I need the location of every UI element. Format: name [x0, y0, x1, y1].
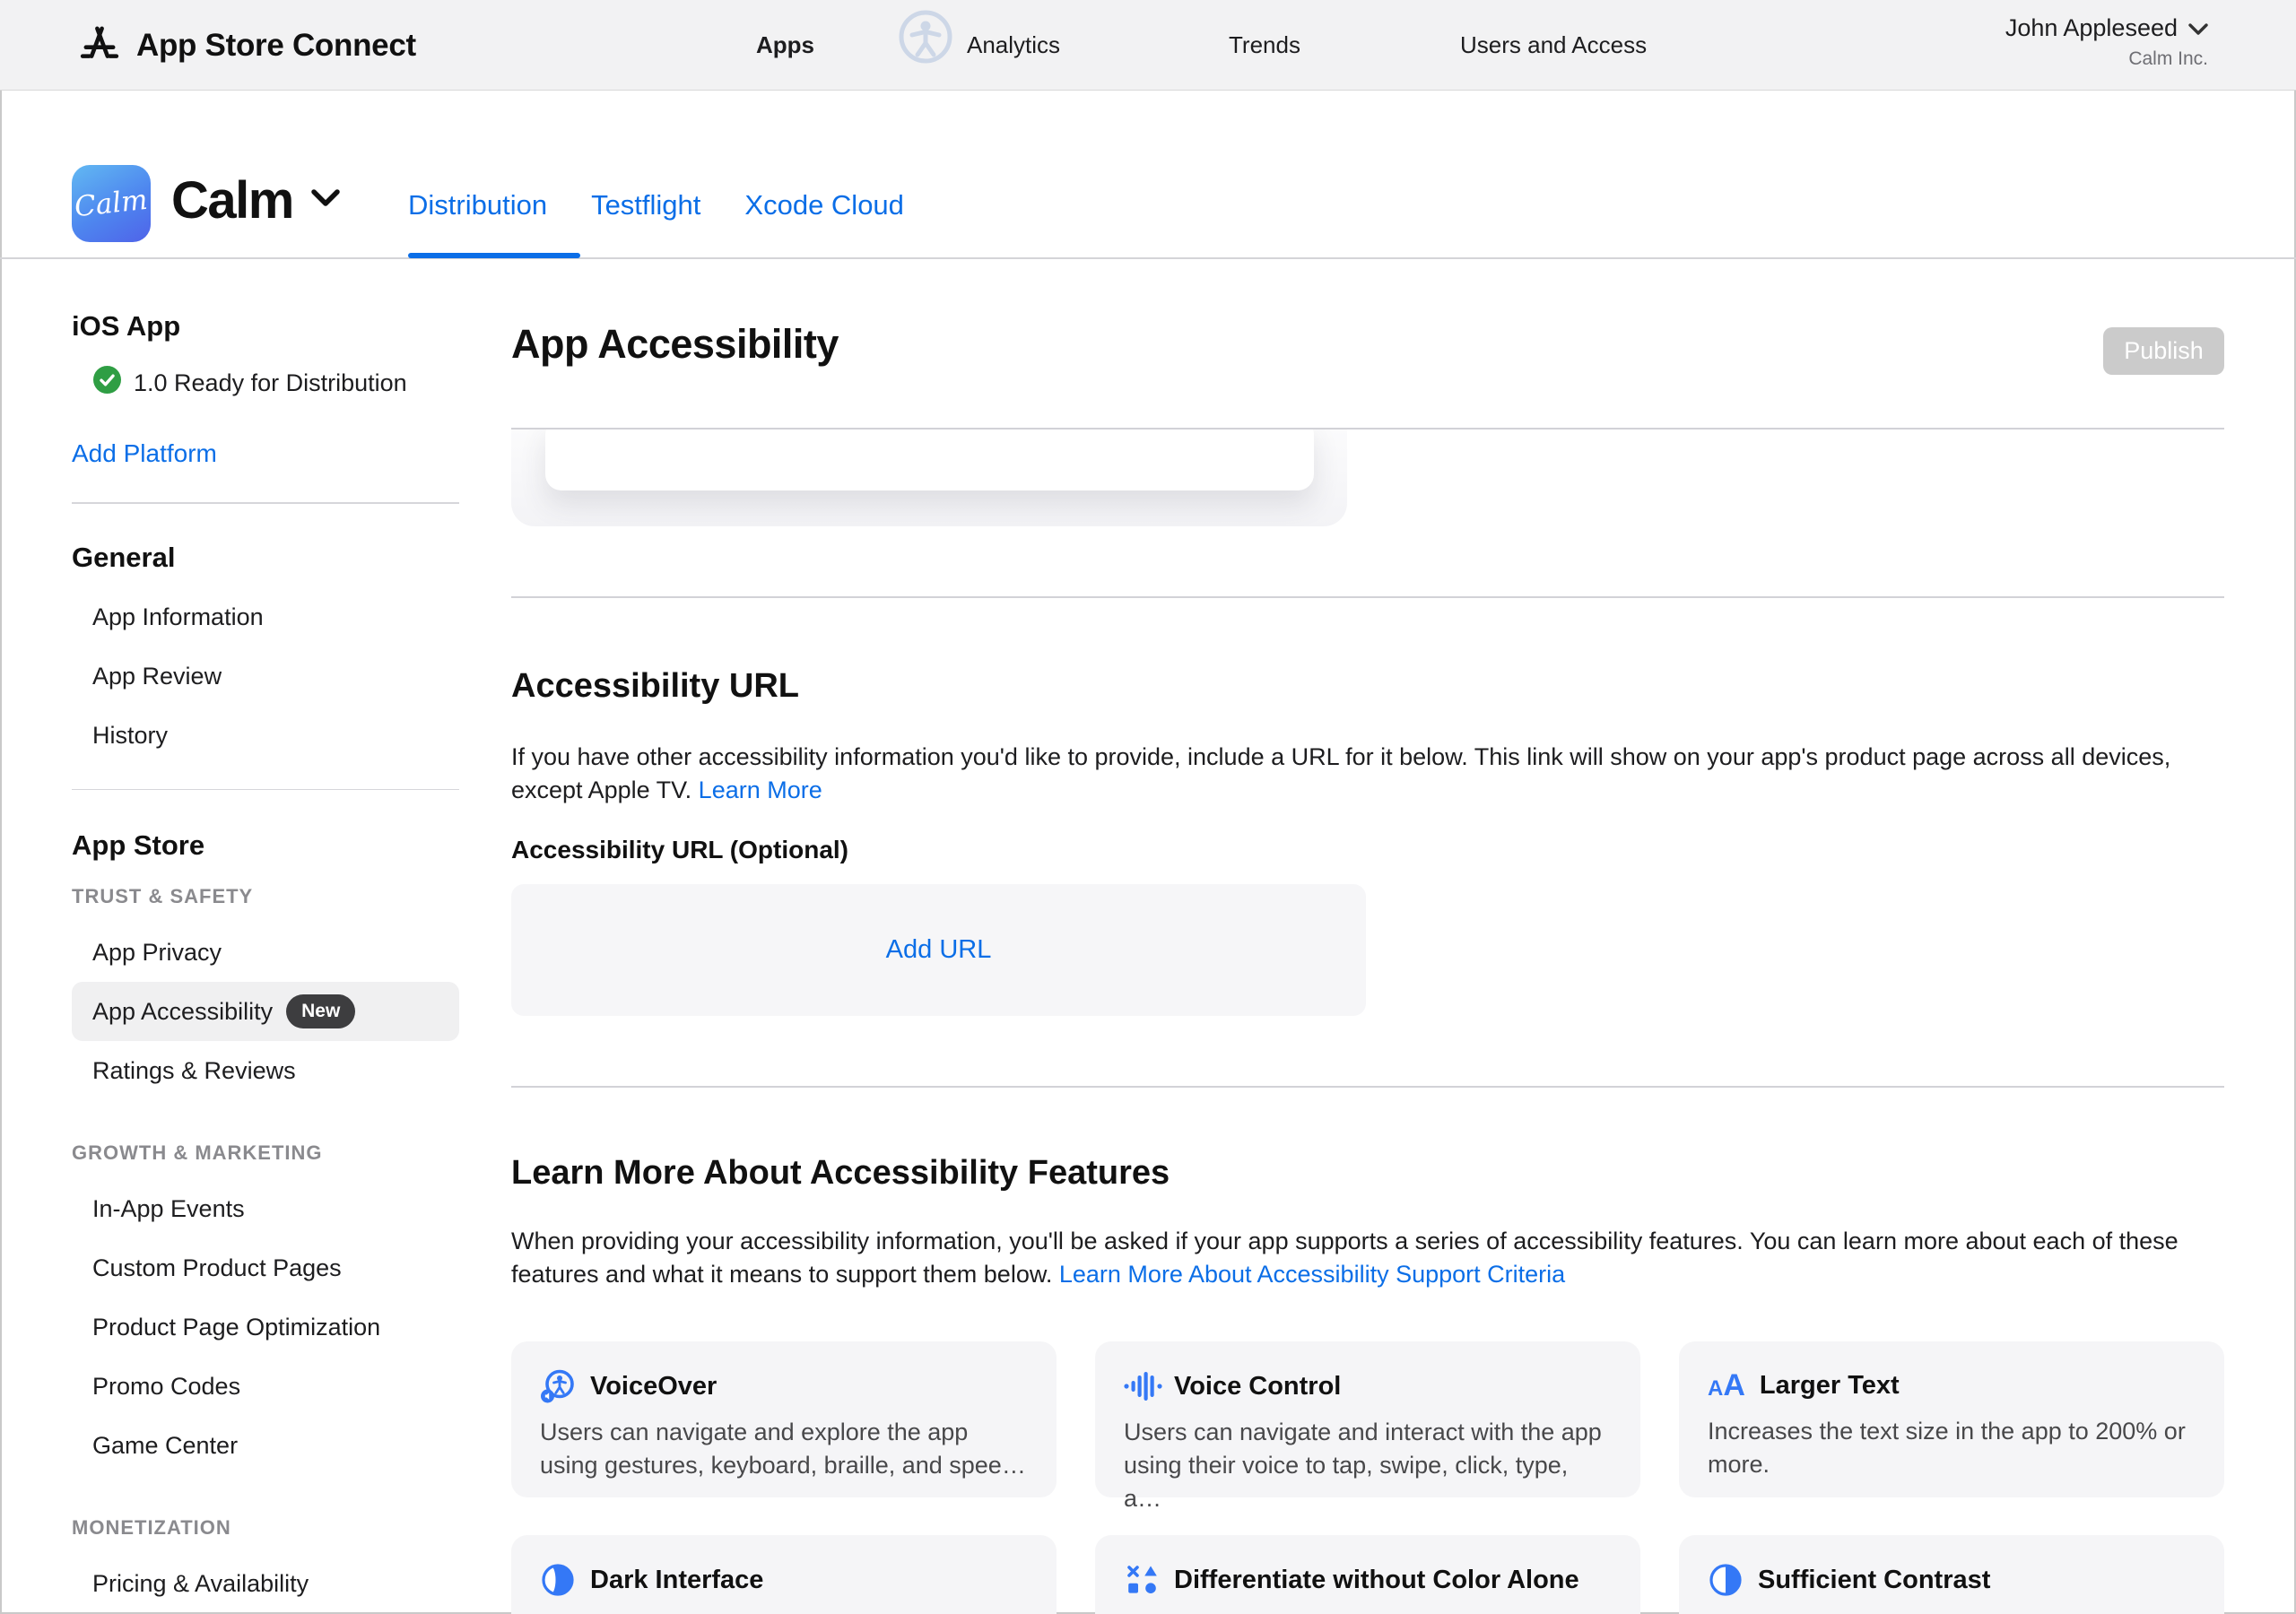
main-content: App Accessibility Publish Accessibility … — [511, 91, 2224, 1614]
feature-card-body: Increases the text size in the app to 20… — [1708, 1415, 2196, 1481]
accessibility-url-description: If you have other accessibility informat… — [511, 741, 2224, 807]
calm-app-icon-script: Calm — [74, 184, 150, 223]
feature-card-voiceover: VoiceOver Users can navigate and explore… — [511, 1341, 1057, 1497]
brand-title: App Store Connect — [136, 28, 416, 64]
sidebar-divider — [72, 502, 459, 504]
sidebar-item-label: App Review — [92, 663, 222, 690]
support-criteria-link[interactable]: Learn More About Accessibility Support C… — [1059, 1261, 1565, 1288]
app-switcher[interactable]: Calm — [171, 170, 340, 230]
version-status-label: 1.0 Ready for Distribution — [134, 369, 407, 397]
sidebar-item-app-review[interactable]: App Review — [72, 647, 459, 707]
app-name: Calm — [171, 170, 293, 230]
sidebar-item-custom-product-pages[interactable]: Custom Product Pages — [72, 1238, 459, 1297]
voiceover-icon — [540, 1368, 576, 1404]
sidebar-item-label: App Privacy — [92, 939, 222, 967]
accessibility-url-dropzone[interactable]: Add URL — [511, 884, 1366, 1016]
page-title: App Accessibility — [511, 321, 839, 368]
sidebar-item-label: App Information — [92, 603, 264, 631]
feature-cards-grid: VoiceOver Users can navigate and explore… — [511, 1341, 2224, 1614]
account-menu[interactable]: John Appleseed Calm Inc. — [2005, 14, 2208, 70]
feature-card-dark-interface: Dark Interface — [511, 1535, 1057, 1614]
features-description: When providing your accessibility inform… — [511, 1225, 2224, 1291]
brand[interactable]: App Store Connect — [79, 0, 416, 91]
differentiate-without-color-icon — [1124, 1562, 1160, 1598]
learn-more-link[interactable]: Learn More — [699, 777, 822, 803]
sidebar-item-pricing-availability[interactable]: Pricing & Availability — [72, 1554, 459, 1613]
sidebar-item-app-information[interactable]: App Information — [72, 588, 459, 647]
sidebar-item-label: Product Page Optimization — [92, 1314, 380, 1341]
sidebar: iOS App 1.0 Ready for Distribution Add P… — [72, 310, 459, 1613]
feature-card-larger-text: AA Larger Text Increases the text size i… — [1679, 1341, 2224, 1497]
larger-text-icon: AA — [1708, 1368, 1745, 1403]
feature-card-title: Dark Interface — [590, 1566, 763, 1595]
nav-item-apps[interactable]: Apps — [756, 0, 814, 91]
chevron-down-icon — [2188, 14, 2208, 42]
nav-item-users-and-access[interactable]: Users and Access — [1460, 0, 1647, 91]
sidebar-section-app-store: App Store — [72, 829, 459, 862]
nav-item-analytics[interactable]: Analytics — [967, 0, 1060, 91]
new-badge: New — [286, 994, 355, 1028]
chevron-down-icon — [311, 189, 340, 212]
sidebar-divider — [72, 789, 459, 791]
sidebar-item-label: Custom Product Pages — [92, 1254, 342, 1282]
sidebar-section-general: General — [72, 542, 459, 574]
calm-app-icon: Calm — [72, 165, 151, 242]
sufficient-contrast-icon — [1708, 1562, 1744, 1598]
sidebar-group-trust-safety: TRUST & SAFETY — [72, 885, 459, 908]
scrolled-preview-card — [545, 430, 1314, 490]
sidebar-item-label: In-App Events — [92, 1195, 245, 1223]
add-url-link[interactable]: Add URL — [886, 935, 992, 965]
features-heading: Learn More About Accessibility Features — [511, 1154, 1170, 1193]
sidebar-item-game-center[interactable]: Game Center — [72, 1416, 459, 1475]
sidebar-platform-heading: iOS App — [72, 310, 459, 343]
feature-card-title: Voice Control — [1174, 1372, 1341, 1401]
sidebar-item-history[interactable]: History — [72, 707, 459, 766]
feature-card-differentiate-without-color: Differentiate without Color Alone — [1095, 1535, 1640, 1614]
account-name: John Appleseed — [2005, 14, 2178, 42]
accessibility-url-heading: Accessibility URL — [511, 667, 799, 706]
sidebar-item-label: History — [92, 722, 168, 750]
version-status[interactable]: 1.0 Ready for Distribution — [72, 366, 459, 400]
sidebar-item-label: App Accessibility — [92, 998, 273, 1026]
accessibility-watermark-icon — [893, 7, 963, 84]
voice-control-icon — [1124, 1368, 1160, 1404]
add-platform-link[interactable]: Add Platform — [72, 439, 459, 468]
active-tab-indicator — [408, 253, 580, 258]
feature-card-body: Users can navigate and explore the app u… — [540, 1416, 1028, 1482]
sidebar-item-promo-codes[interactable]: Promo Codes — [72, 1357, 459, 1416]
sidebar-item-app-accessibility[interactable]: App Accessibility New — [72, 982, 459, 1041]
feature-card-voice-control: Voice Control Users can navigate and int… — [1095, 1341, 1640, 1497]
top-navigation-bar: App Store Connect Apps Analytics Trends … — [0, 0, 2296, 91]
publish-button[interactable]: Publish — [2103, 327, 2224, 375]
sidebar-item-label: Promo Codes — [92, 1373, 240, 1401]
sidebar-item-label: Pricing & Availability — [92, 1570, 309, 1598]
sidebar-item-product-page-optimization[interactable]: Product Page Optimization — [72, 1297, 459, 1357]
feature-card-title: Differentiate without Color Alone — [1174, 1566, 1579, 1595]
feature-card-title: Sufficient Contrast — [1758, 1566, 1990, 1595]
account-org: Calm Inc. — [2005, 48, 2208, 70]
app-store-connect-window: App Store Connect Apps Analytics Trends … — [0, 0, 2296, 1614]
sidebar-item-ratings-reviews[interactable]: Ratings & Reviews — [72, 1041, 459, 1100]
section-divider — [511, 596, 2224, 598]
nav-item-trends[interactable]: Trends — [1229, 0, 1300, 91]
scrolled-preview-panel — [511, 430, 1347, 526]
sidebar-group-growth-marketing: GROWTH & MARKETING — [72, 1141, 459, 1165]
accessibility-url-field-label: Accessibility URL (Optional) — [511, 836, 848, 864]
sidebar-group-monetization: MONETIZATION — [72, 1516, 459, 1540]
app-store-connect-logo-icon — [79, 22, 120, 68]
feature-card-body: Users can navigate and interact with the… — [1124, 1416, 1612, 1515]
feature-card-title: VoiceOver — [590, 1372, 717, 1401]
green-check-icon — [93, 366, 121, 400]
sidebar-item-label: Game Center — [92, 1432, 238, 1460]
dark-interface-icon — [540, 1562, 576, 1598]
sidebar-item-in-app-events[interactable]: In-App Events — [72, 1179, 459, 1238]
feature-card-title: Larger Text — [1760, 1371, 1900, 1401]
section-divider — [511, 1086, 2224, 1088]
sidebar-item-label: Ratings & Reviews — [92, 1057, 296, 1085]
feature-card-sufficient-contrast: Sufficient Contrast — [1679, 1535, 2224, 1614]
sidebar-item-app-privacy[interactable]: App Privacy — [72, 923, 459, 982]
